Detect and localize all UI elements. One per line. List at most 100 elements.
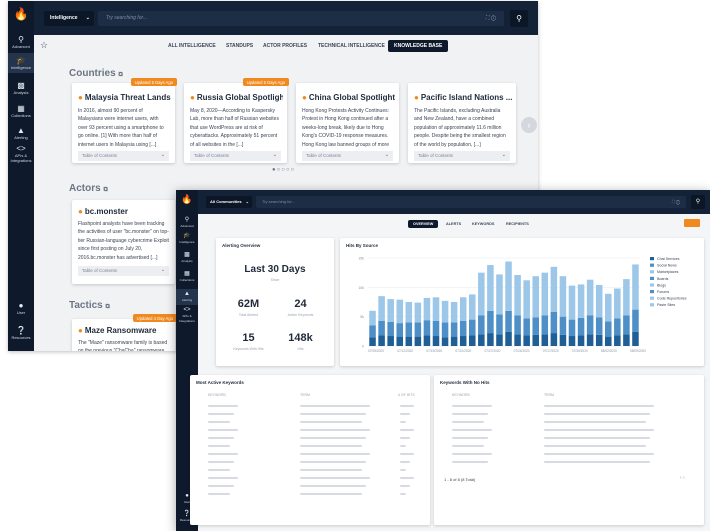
tab-technical-intelligence[interactable]: TECHNICAL INTELLIGENCE [318, 43, 385, 49]
country-card[interactable]: Updated 5 Days Ago ● Malaysia Threat Land… [72, 78, 177, 163]
table-of-contents-dropdown[interactable]: Table of Contents ⌄ [78, 266, 169, 276]
search-button[interactable]: ⚲ [691, 195, 705, 209]
table-of-contents-dropdown[interactable]: Table of Contents ⌄ [190, 151, 281, 161]
redacted-cell [452, 421, 484, 423]
redacted-cell [452, 461, 488, 463]
tab-overview[interactable]: OVERVIEW [408, 220, 439, 228]
tab-keywords[interactable]: KEYWORDS [472, 222, 494, 226]
bar-segment [441, 322, 449, 338]
bar-segment [623, 279, 630, 316]
bar-segment [441, 300, 449, 323]
tab-knowledge-base[interactable]: KNOWLEDGE BASE [388, 40, 449, 52]
x-tick-label: 07/12/2020 [397, 349, 413, 353]
action-button[interactable] [684, 219, 700, 227]
bar-segment [559, 316, 567, 335]
sidebar-item-label: User [16, 310, 26, 315]
bar-segment [405, 302, 413, 323]
user-icon: ● [18, 301, 24, 310]
bar-segment [523, 280, 530, 319]
top-bar: All Communities ⌄ Try searching for... ⛶ … [198, 190, 710, 214]
scope-selector[interactable]: Intelligence ⌄ [44, 11, 94, 26]
bar-segment [541, 315, 549, 335]
redacted-cell [300, 413, 366, 415]
actor-card[interactable]: ● bc.monster Flashpoint analysts have bee… [72, 200, 175, 284]
help-icon[interactable]: ⛶ ⓘ [672, 196, 680, 208]
bar-segment [568, 319, 576, 337]
bar-segment [405, 336, 413, 346]
sidebar-item-apis[interactable]: <> APIs & Integrations [176, 307, 198, 324]
tab-actor-profiles[interactable]: ACTOR PROFILES [263, 43, 307, 49]
stat-label: Hits [297, 347, 304, 351]
card-summary: The Pacific Islands, excluding Australia… [414, 108, 506, 148]
chevron-down-icon: ⌄ [501, 152, 506, 158]
bar-segment [487, 310, 494, 334]
external-link-icon[interactable]: ⧉ [103, 187, 107, 193]
table-of-contents-dropdown[interactable]: Table of Contents ⌄ [414, 151, 510, 161]
globe-icon: ● [78, 93, 83, 102]
sidebar-item-intelligence[interactable]: 🎓 Intelligence [176, 233, 198, 245]
bar-segment [550, 311, 558, 334]
tactic-card[interactable]: Updated 4 Day Ago ● Maze Ransomware The "… [72, 314, 177, 351]
y-tick-label: 15k [358, 257, 364, 261]
card-title-text: Pacific Island Nations ... [420, 93, 512, 102]
stat-label: Keywords With Hits [233, 347, 264, 351]
user-icon: ● [78, 207, 83, 216]
search-input[interactable]: Try searching for... ⛶ ⓘ [98, 11, 504, 26]
external-link-icon[interactable]: ⧉ [106, 304, 110, 310]
bar-segment [378, 335, 385, 346]
search-icon: ⚲ [516, 14, 522, 23]
redacted-cell [208, 437, 234, 439]
bar-segment [414, 336, 422, 346]
tab-standups[interactable]: STANDUPS [226, 43, 253, 49]
country-card[interactable]: ● China Global Spotlight Hong Kong Protes… [296, 83, 399, 163]
bar-segment [378, 320, 385, 336]
redacted-cell [208, 429, 238, 431]
tab-all-intelligence[interactable]: ALL INTELLIGENCE [168, 43, 216, 49]
stat-label: Total Alerted [238, 313, 259, 317]
bar-segment [550, 333, 558, 346]
search-button[interactable]: ⚲ [510, 10, 528, 27]
bar-segment [568, 285, 576, 320]
search-input[interactable]: Try searching for... ⛶ ⓘ [256, 196, 686, 208]
sidebar-item-user[interactable]: ● User [8, 301, 34, 315]
next-arrow-button[interactable]: › [521, 117, 537, 133]
carousel-dots[interactable]: ●○○○○ [272, 167, 295, 173]
community-selector[interactable]: All Communities ⌄ [206, 196, 252, 208]
bar-segment [414, 322, 422, 337]
sidebar-item-analysis[interactable]: ▩ Analysis [8, 81, 34, 95]
sidebar-item-apis[interactable]: <> APIs & Integrations [8, 144, 34, 163]
help-icon[interactable]: ⛶ ⓘ [486, 11, 496, 26]
card-summary: Hong Kong Protests Activity Continues: P… [302, 108, 390, 148]
sidebar-item-label: Intelligence [179, 240, 195, 244]
sidebar-item-label: Intelligence [10, 65, 32, 70]
external-link-icon[interactable]: ⧉ [118, 72, 122, 78]
sidebar-item-collections[interactable]: ▦ Collections [176, 271, 198, 283]
sidebar-item-alerting[interactable]: ▲ Alerting [176, 289, 198, 305]
bar-segment [505, 261, 512, 311]
bar-segment [586, 334, 594, 346]
redacted-cell [452, 429, 492, 431]
sidebar-item-resources[interactable]: ❔ Resources [8, 326, 34, 340]
tab-alerts[interactable]: ALERTS [446, 222, 461, 226]
bar-segment [577, 317, 585, 336]
tab-recipients[interactable]: RECIPIENTS [506, 222, 529, 226]
sidebar-item-analysis[interactable]: ▩ Analysis [176, 252, 198, 264]
sidebar-item-collections[interactable]: ▦ Collections [8, 104, 34, 118]
redacted-cell [400, 405, 414, 407]
star-icon[interactable]: ☆ [40, 40, 48, 51]
country-card[interactable]: ● Pacific Island Nations ... The Pacific … [408, 83, 516, 163]
country-card[interactable]: Updated 5 Days Ago ● Russia Global Spotli… [184, 78, 289, 163]
redacted-cell [544, 405, 654, 407]
bar-segment [623, 315, 630, 335]
gear-icon: ● [78, 326, 83, 335]
table-of-contents-dropdown[interactable]: Table of Contents ⌄ [78, 151, 169, 161]
pagination-arrows[interactable]: ‹ › [680, 475, 685, 481]
sidebar-item-alerting[interactable]: ▲ Alerting [8, 126, 34, 140]
redacted-cell [300, 485, 366, 487]
bar-segment [577, 284, 585, 318]
table-of-contents-dropdown[interactable]: Table of Contents ⌄ [302, 151, 393, 161]
redacted-cell [300, 469, 362, 471]
updated-badge: Updated 5 Days Ago [130, 78, 177, 86]
bar-segment [496, 274, 503, 315]
redacted-cell [452, 405, 492, 407]
